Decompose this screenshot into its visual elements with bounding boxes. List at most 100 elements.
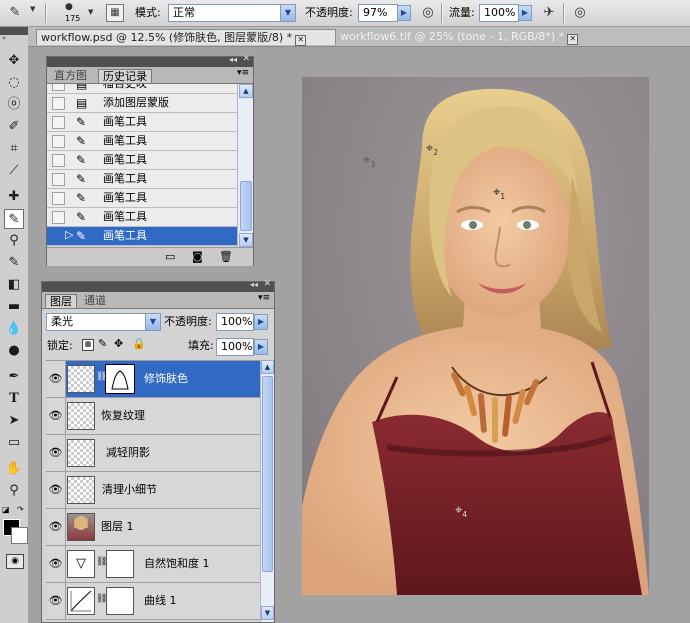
visibility-eye-icon[interactable]: 👁 xyxy=(46,583,66,619)
history-item[interactable]: ✎ 画笔工具 xyxy=(47,208,237,227)
layer-mask-thumbnail[interactable] xyxy=(106,587,134,615)
color-sampler-3[interactable]: ⌖3 xyxy=(363,153,375,169)
pressure-size-icon[interactable]: ◎ xyxy=(571,4,589,22)
layer-row[interactable]: 👁 减轻阴影 xyxy=(46,435,262,472)
scroll-down-button[interactable]: ▼ xyxy=(261,606,274,620)
history-item-selected[interactable]: ▷ ✎ 画笔工具 xyxy=(47,227,237,246)
lasso-tool-icon[interactable]: ⓞ xyxy=(4,95,24,115)
tab-layers[interactable]: 图层 xyxy=(45,294,77,308)
scroll-thumb[interactable] xyxy=(240,181,252,231)
hand-tool-icon[interactable]: ✋ xyxy=(4,459,24,479)
healing-brush-tool-icon[interactable]: ✚ xyxy=(4,187,24,207)
color-sampler-2[interactable]: ⌖2 xyxy=(426,141,438,157)
snapshot-checkbox[interactable] xyxy=(52,173,65,186)
gradient-tool-icon[interactable]: ▬ xyxy=(4,297,24,317)
visibility-eye-icon[interactable]: 👁 xyxy=(46,398,66,434)
layer-row[interactable]: 👁 清理小细节 xyxy=(46,472,262,509)
brush-tool-preset-icon[interactable]: ✎ xyxy=(6,4,24,22)
snapshot-checkbox[interactable] xyxy=(52,97,65,110)
close-icon[interactable]: ✕ xyxy=(295,35,307,46)
airbrush-icon[interactable]: ✈ xyxy=(540,4,558,22)
history-item[interactable]: ✎ 画笔工具 xyxy=(47,151,237,170)
new-snapshot-icon[interactable]: ◙ xyxy=(192,250,203,263)
zoom-tool-icon[interactable]: ⚲ xyxy=(4,481,24,501)
layer-mask-thumbnail[interactable] xyxy=(106,550,134,578)
doc-tab-workflow6-tif[interactable]: workflow6.tif @ 25% (tone - 1, RGB/8*) *… xyxy=(336,29,606,45)
scroll-up-button[interactable]: ▲ xyxy=(261,360,274,374)
opacity-input[interactable]: 97% xyxy=(358,4,398,22)
background-color-swatch[interactable] xyxy=(11,527,28,544)
history-state-pointer-icon[interactable]: ▷ xyxy=(65,228,73,241)
layer-thumbnail[interactable] xyxy=(67,402,95,430)
fill-slider-button[interactable]: ▶ xyxy=(254,339,268,355)
opacity-slider-button[interactable]: ▶ xyxy=(397,5,411,21)
layer-row-selected[interactable]: 👁 ⛓ 修饰肤色 xyxy=(46,361,262,398)
layer-thumbnail[interactable] xyxy=(67,365,95,393)
lock-position-move-icon[interactable]: ✥ xyxy=(114,337,123,350)
tab-history[interactable]: 历史记录 xyxy=(98,69,152,83)
vibrance-adjustment-icon[interactable]: ▽ xyxy=(67,550,95,578)
portrait-photo[interactable]: ⌖1 ⌖2 ⌖3 ⌖4 xyxy=(302,77,649,595)
lock-transparency-icon[interactable]: ▦ xyxy=(82,339,94,351)
path-selection-tool-icon[interactable]: ➤ xyxy=(4,411,24,431)
pressure-opacity-icon[interactable]: ◎ xyxy=(419,4,437,22)
crop-tool-icon[interactable]: ⌗ xyxy=(4,139,24,159)
visibility-eye-icon[interactable]: 👁 xyxy=(46,361,66,397)
color-sampler-1[interactable]: ⌖1 xyxy=(493,185,505,201)
mode-select[interactable]: 正常 ▼ xyxy=(168,4,296,22)
type-tool-icon[interactable]: T xyxy=(4,389,24,409)
collapse-icon[interactable]: ◂◂ xyxy=(229,55,237,64)
blend-mode-select[interactable]: 柔光 ▼ xyxy=(46,313,161,331)
layer-row[interactable]: 👁 图层 1 xyxy=(46,509,262,546)
snapshot-checkbox[interactable] xyxy=(52,211,65,224)
snapshot-checkbox[interactable] xyxy=(52,116,65,129)
history-item[interactable]: ▤ 添加图层蒙版 xyxy=(47,94,237,113)
collapse-icon[interactable]: » xyxy=(2,35,26,42)
dodge-tool-icon[interactable]: ● xyxy=(4,341,24,361)
snapshot-checkbox[interactable] xyxy=(52,84,65,91)
move-tool-icon[interactable]: ✥ xyxy=(4,51,24,71)
close-icon[interactable]: ✕ xyxy=(567,34,579,45)
history-item[interactable]: ▤ 榴百史叹 xyxy=(47,84,237,94)
brush-tool-icon[interactable]: ✎ xyxy=(4,209,24,229)
fill-input[interactable]: 100% xyxy=(216,338,254,356)
layer-thumbnail[interactable] xyxy=(67,476,95,504)
visibility-eye-icon[interactable]: 👁 xyxy=(46,509,66,545)
layer-opacity-slider-button[interactable]: ▶ xyxy=(254,314,268,330)
layer-opacity-input[interactable]: 100% xyxy=(216,313,254,331)
new-document-from-state-icon[interactable]: ▭ xyxy=(165,250,175,263)
brush-picker-dropdown[interactable]: ▼ xyxy=(30,5,39,14)
quick-selection-tool-icon[interactable]: ✐ xyxy=(4,117,24,137)
snapshot-checkbox[interactable] xyxy=(52,154,65,167)
clone-stamp-tool-icon[interactable]: ⚲ xyxy=(4,231,24,251)
collapse-icon[interactable]: ◂◂ xyxy=(250,280,258,289)
layer-mask-thumbnail[interactable] xyxy=(105,364,135,394)
trash-icon[interactable]: 🗑 xyxy=(219,250,233,263)
flow-input[interactable]: 100% xyxy=(479,4,519,22)
eraser-tool-icon[interactable]: ◧ xyxy=(4,275,24,295)
panel-titlebar[interactable]: ◂◂ ✕ xyxy=(47,54,253,67)
brush-panel-toggle-icon[interactable]: ▦ xyxy=(106,4,124,22)
history-item[interactable]: ✎ 画笔工具 xyxy=(47,132,237,151)
shape-tool-icon[interactable]: ▭ xyxy=(4,433,24,453)
quick-mask-icon[interactable]: ◉ xyxy=(6,554,24,569)
lock-image-brush-icon[interactable]: ✎ xyxy=(98,337,107,350)
layer-row[interactable]: 👁 ⛓ 曲线 1 xyxy=(46,583,262,620)
tab-channels[interactable]: 通道 xyxy=(80,294,110,308)
curves-adjustment-icon[interactable] xyxy=(67,587,95,615)
visibility-eye-icon[interactable]: 👁 xyxy=(46,435,66,471)
doc-tab-workflow-psd[interactable]: workflow.psd @ 12.5% (修饰肤色, 图层蒙版/8) * ✕ xyxy=(36,29,336,46)
history-item[interactable]: ✎ 画笔工具 xyxy=(47,189,237,208)
pen-tool-icon[interactable]: ✒ xyxy=(4,367,24,387)
flow-slider-button[interactable]: ▶ xyxy=(518,5,532,21)
blur-tool-icon[interactable]: 💧 xyxy=(4,319,24,339)
history-item[interactable]: ✎ 画笔工具 xyxy=(47,113,237,132)
layer-row[interactable]: 👁 ▽ ⛓ 自然饱和度 1 xyxy=(46,546,262,583)
snapshot-checkbox[interactable] xyxy=(52,192,65,205)
visibility-eye-icon[interactable]: 👁 xyxy=(46,472,66,508)
color-sampler-4[interactable]: ⌖4 xyxy=(455,503,467,519)
tab-histogram[interactable]: 直方图 xyxy=(50,69,91,83)
chevron-down-icon[interactable]: ▼ xyxy=(88,8,93,16)
panel-menu-icon[interactable]: ▾≡ xyxy=(258,293,270,303)
layers-scrollbar[interactable]: ▲ ▼ xyxy=(260,360,274,622)
